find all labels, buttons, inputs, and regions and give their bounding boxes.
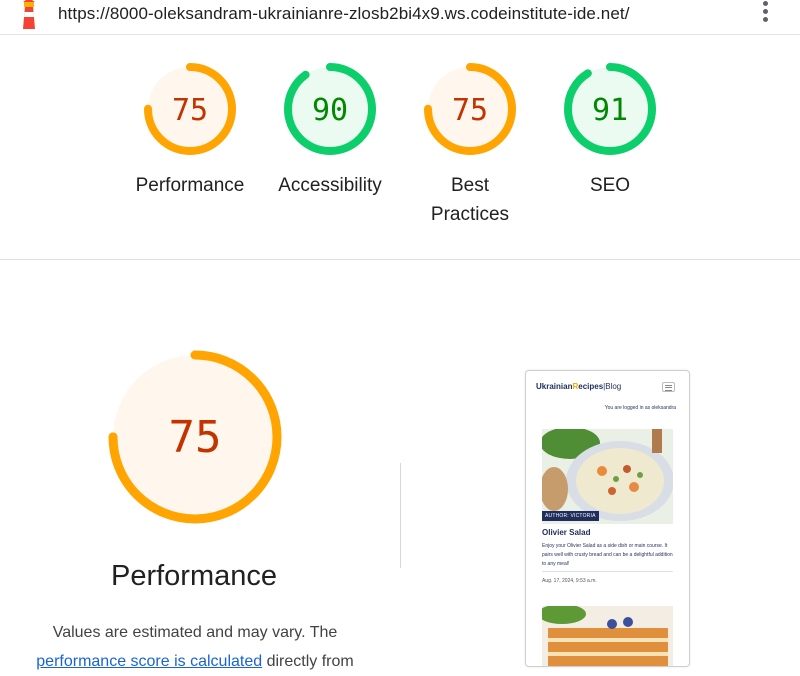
gauge-label: Performance — [135, 175, 245, 196]
gauge-seo[interactable]: 91 SEO — [540, 61, 680, 200]
login-status: You are logged in as oleksandra — [604, 405, 676, 411]
address-bar[interactable]: https://8000-oleksandram-ukrainianre-zlo… — [0, 0, 800, 35]
gauge-score: 75 — [172, 93, 208, 128]
page-screenshot-thumbnail[interactable]: UkrainianRecipes|Blog You are logged in … — [525, 370, 690, 667]
cake-photo — [542, 606, 673, 666]
post-divider — [542, 571, 673, 572]
site-brand: UkrainianRecipes|Blog — [536, 382, 622, 391]
gauge-score: 75 — [452, 93, 488, 128]
gauge-performance[interactable]: 75 Performance — [120, 61, 260, 200]
gauge-score: 91 — [592, 93, 628, 128]
main-category-title: Performance — [110, 560, 277, 592]
author-badge: AUTHOR: VICTORIA — [542, 511, 599, 521]
gauge-label: Accessibility — [278, 175, 382, 196]
performance-gauge-large: 75 — [108, 350, 282, 524]
gauge-ring: 91 — [564, 63, 656, 155]
score-calc-link[interactable]: performance score is calculated — [36, 653, 262, 670]
post-date: Aug. 17, 2024, 9:53 a.m. — [542, 578, 597, 584]
kebab-menu-icon[interactable] — [758, 0, 772, 24]
gauge-ring: 75 — [144, 63, 236, 155]
second-post-image — [542, 606, 673, 666]
gauge-label: Best Practices — [430, 175, 510, 225]
divider — [400, 463, 401, 568]
gauge-score: 90 — [312, 93, 348, 128]
salad-photo — [542, 429, 673, 524]
gauge-label: SEO — [589, 175, 631, 196]
gauge-accessibility[interactable]: 90 Accessibility — [260, 61, 400, 200]
post-image — [542, 429, 673, 524]
desc-suffix: directly from — [262, 653, 354, 670]
hamburger-icon — [662, 382, 675, 392]
gauge-best-practices[interactable]: 75 Best Practices — [400, 61, 540, 229]
url-text[interactable]: https://8000-oleksandram-ukrainianre-zlo… — [58, 4, 630, 24]
lighthouse-icon — [23, 0, 35, 29]
gauge-ring: 75 — [424, 63, 516, 155]
desc-prefix: Values are estimated and may vary. The — [52, 624, 338, 641]
post-excerpt: Enjoy your Olivier Salad as a side dish … — [542, 543, 673, 567]
post-title: Olivier Salad — [542, 528, 591, 537]
main-score: 75 — [169, 412, 222, 463]
score-summary: 75 Performance 90 Accessibility 75 Best … — [0, 35, 800, 260]
score-description: Values are estimated and may vary. The p… — [10, 618, 380, 676]
gauge-ring: 90 — [284, 63, 376, 155]
